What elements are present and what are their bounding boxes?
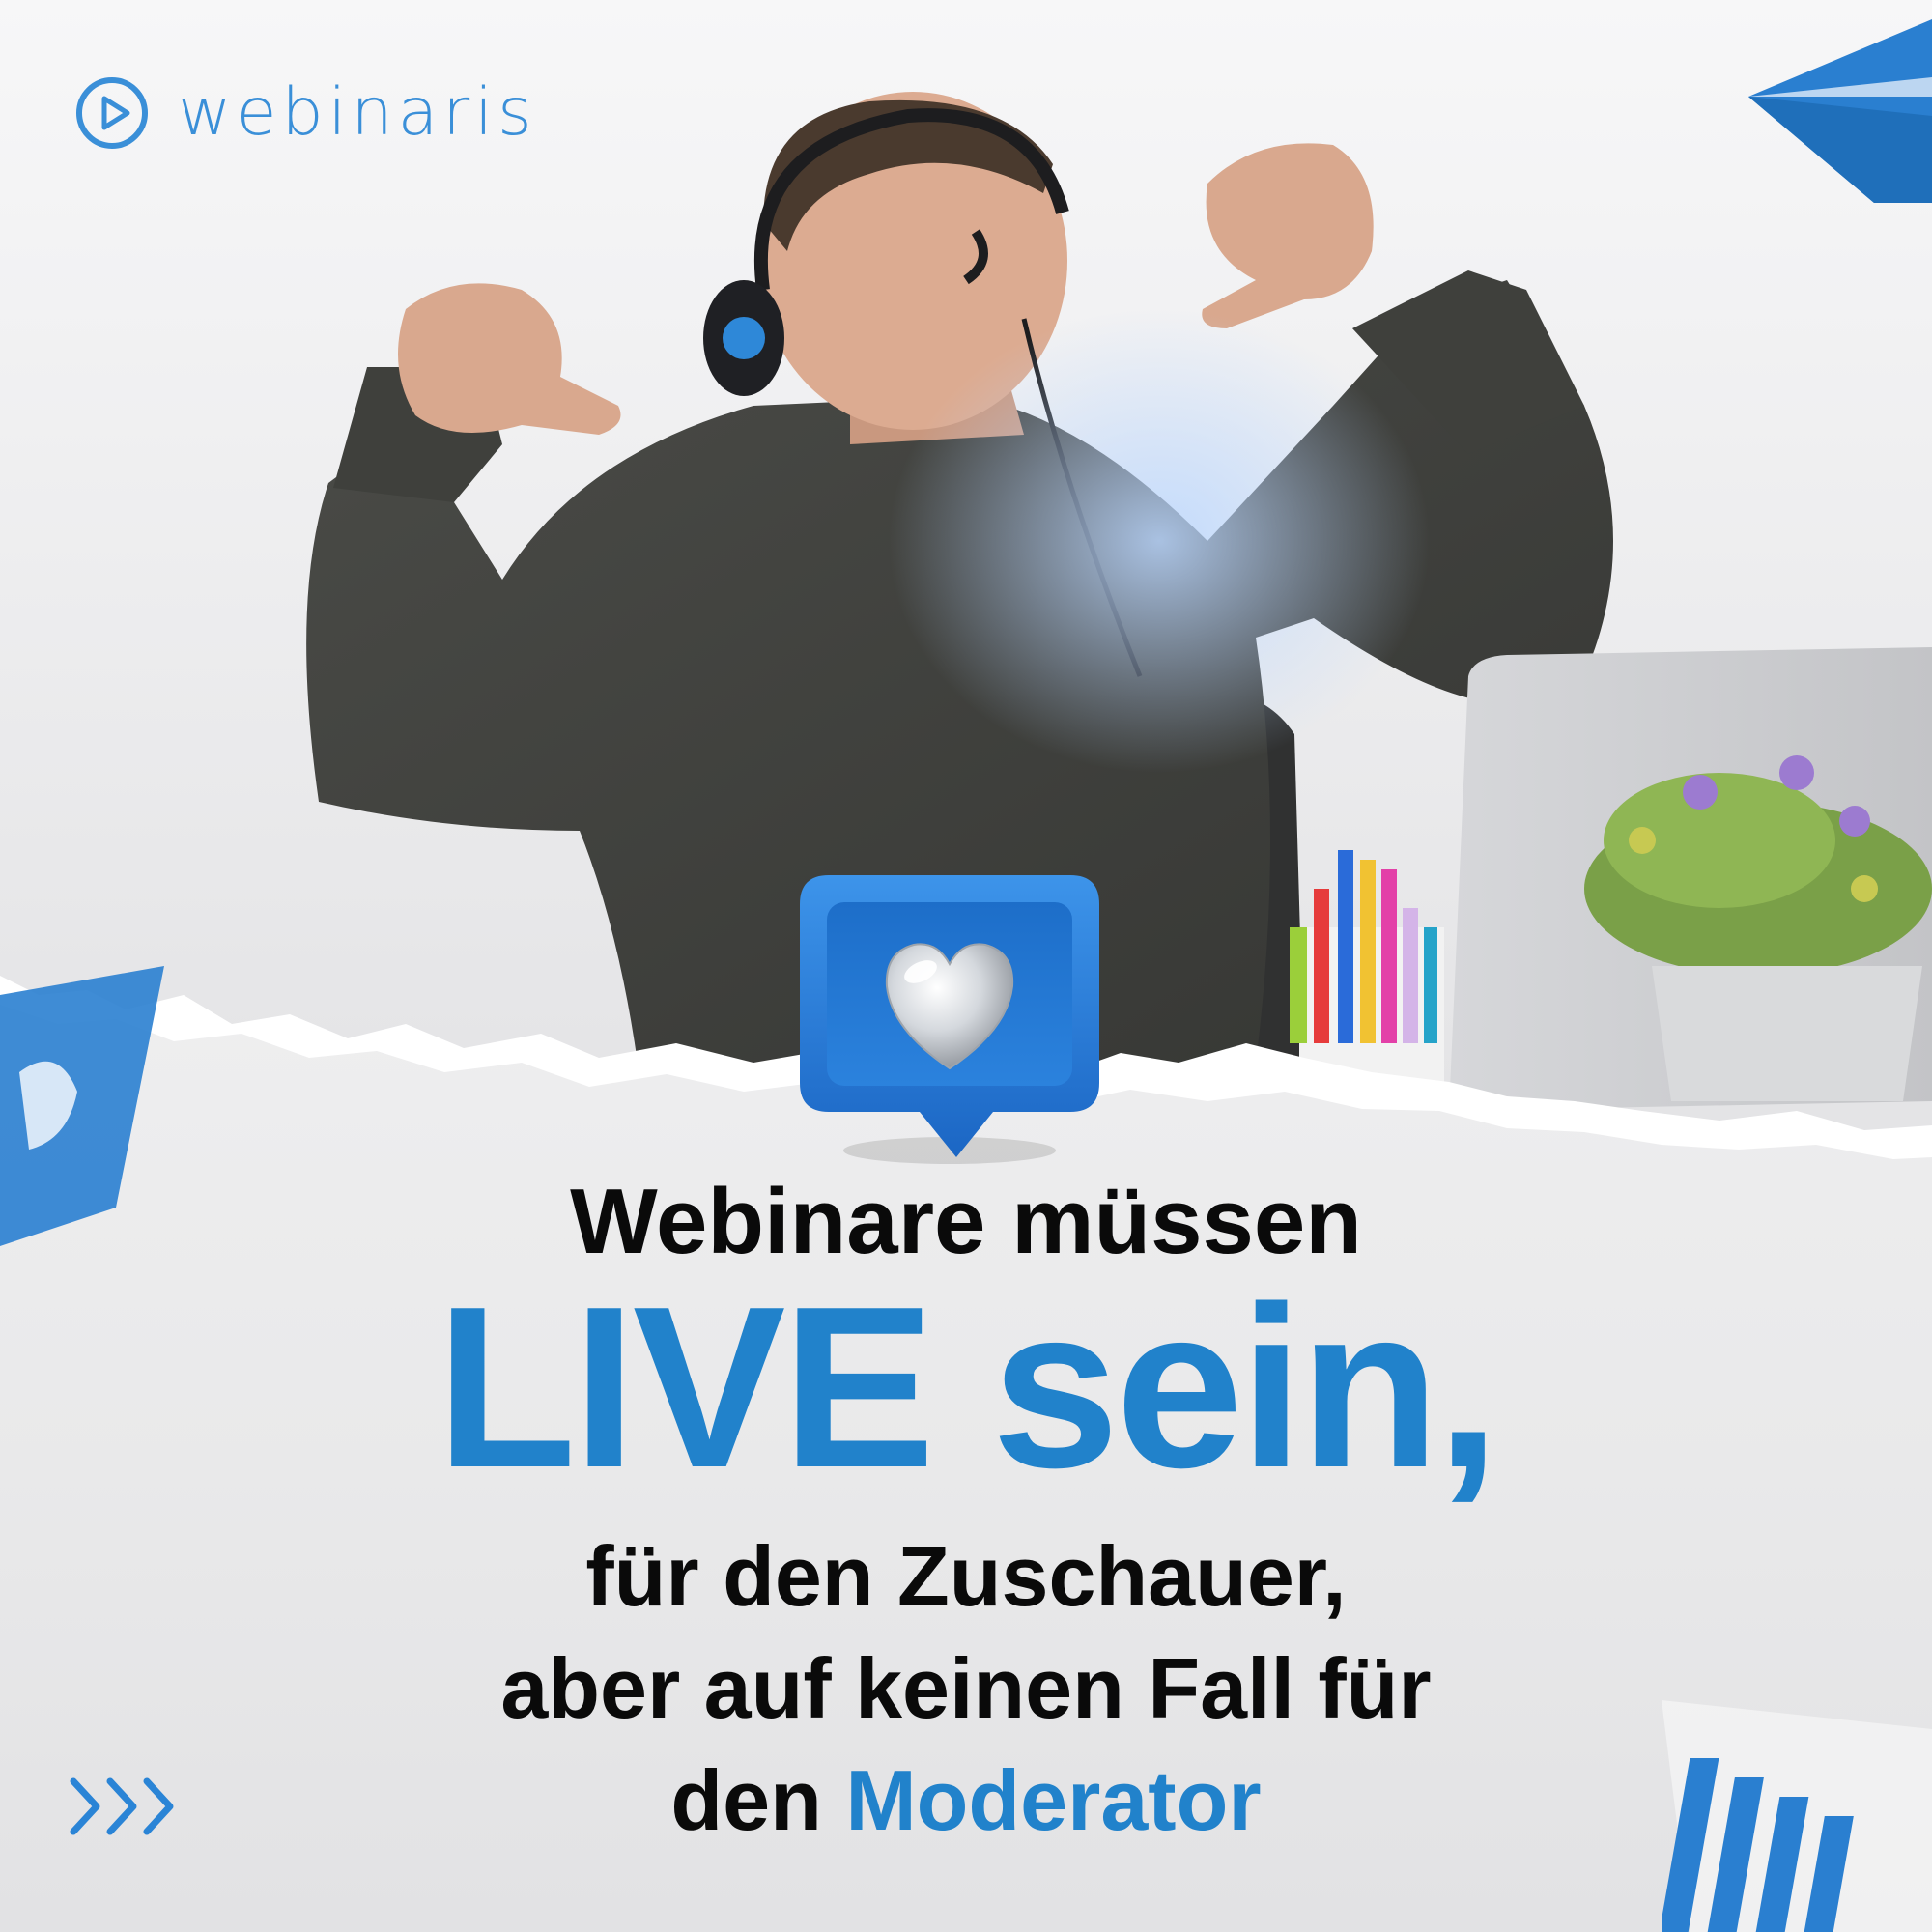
headline-line-4: aber auf keinen Fall für (500, 1640, 1432, 1736)
headline-line-2: LIVE sein, (436, 1260, 1499, 1516)
brand-name: webinaris (178, 74, 537, 151)
social-post-canvas: webinaris Webinare müssen LIVE sein, für… (0, 0, 1932, 1932)
heart-speech-bubble-icon (800, 875, 1099, 1164)
headline-line-5: den Moderator (0, 1750, 1932, 1851)
deco-blue-envelope-top-right (1748, 19, 1932, 203)
headline-line-3: für den Zuschauer, (585, 1528, 1347, 1624)
headline-line-5-part-2: Moderator (845, 1752, 1262, 1848)
brand-logo: webinaris (71, 70, 537, 156)
play-circle-logo-icon (76, 77, 148, 149)
headline-line-5-part-1: den (670, 1752, 846, 1848)
triple-chevron-right-icon (70, 1777, 174, 1835)
